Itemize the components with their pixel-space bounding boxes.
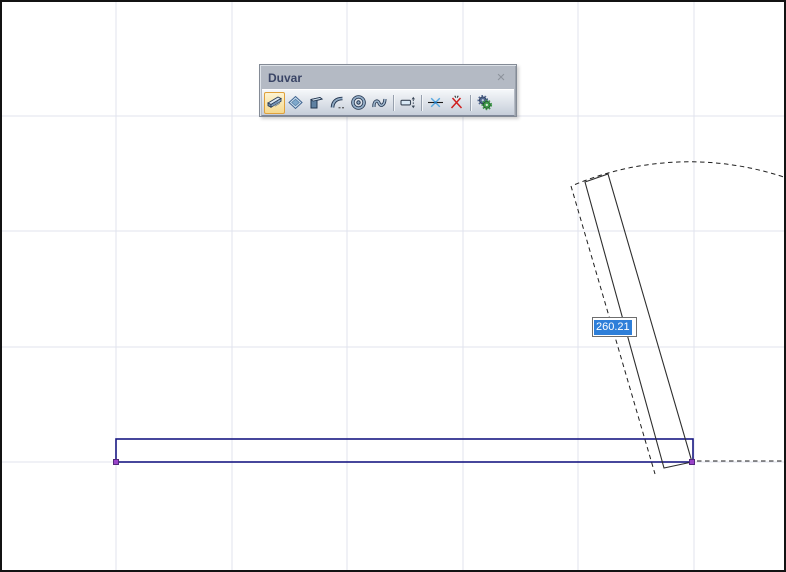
dimension-value-selected: 260.21 [594,319,632,335]
settings-gears-icon [477,95,493,111]
toolbar-separator [467,94,474,112]
arc-wall-icon [330,96,344,109]
diamond-icon [288,95,303,110]
wall-toolbar-titlebar[interactable]: Duvar × [260,65,516,88]
wall-thickness-icon [400,96,415,109]
wall-toolbar[interactable]: Duvar × [259,64,517,117]
circular-wall-tool-button[interactable] [348,92,369,114]
settings-tool-button[interactable] [474,92,495,114]
spline-wall-tool-button[interactable] [369,92,390,114]
cad-application-window: Duvar × 260.21 [0,0,786,572]
toolbar-separator [418,94,425,112]
corner-wall-tool-button[interactable] [306,92,327,114]
intersection-tool-button[interactable] [425,92,446,114]
wall-tool-button[interactable] [264,91,285,114]
break-wall-tool-button[interactable] [446,92,467,114]
corner-wall-icon [310,96,324,109]
guide-radius-arc-dashed [574,161,786,185]
toolbar-separator [390,94,397,112]
close-icon[interactable]: × [493,70,509,85]
horizontal-wall [115,438,694,463]
dimension-input[interactable]: 260.21 [592,317,637,337]
wall-toolbar-buttons [262,89,514,116]
break-wall-icon [450,95,463,109]
snap-marker-left [113,459,119,465]
arc-wall-tool-button[interactable] [327,92,348,114]
diamond-tool-button[interactable] [285,92,306,114]
wall-thickness-tool-button[interactable] [397,92,418,114]
toolbar-title: Duvar [268,70,303,85]
wall-icon [267,96,282,108]
snap-marker-right [689,459,695,465]
spline-wall-icon [372,98,387,108]
intersection-snap-icon [428,97,443,108]
circular-wall-icon [351,95,366,110]
